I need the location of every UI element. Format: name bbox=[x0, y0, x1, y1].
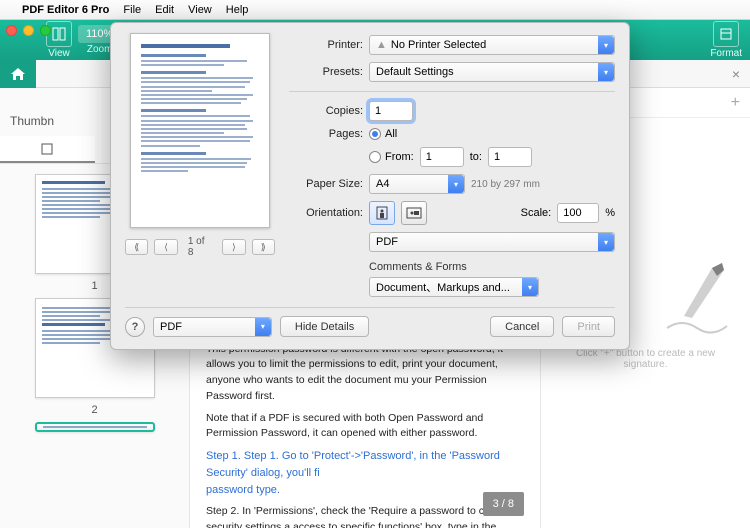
presets-select[interactable]: Default Settings▾ bbox=[369, 62, 615, 82]
view-label: View bbox=[48, 48, 70, 59]
portrait-icon bbox=[376, 206, 388, 220]
pages-label: Pages: bbox=[289, 128, 363, 140]
preview-first-button[interactable]: ⟪ bbox=[125, 239, 148, 255]
pages-from-input[interactable]: 1 bbox=[420, 147, 464, 167]
portrait-button[interactable] bbox=[369, 201, 395, 225]
pages-all-radio[interactable]: All bbox=[369, 128, 397, 140]
zoom-window-icon[interactable] bbox=[40, 25, 51, 36]
pages-to-input[interactable]: 1 bbox=[488, 147, 532, 167]
pdf-dropdown[interactable]: PDF▾ bbox=[153, 317, 272, 337]
papersize-note: 210 by 297 mm bbox=[471, 179, 540, 190]
scale-input[interactable]: 100 bbox=[557, 203, 599, 223]
presets-label: Presets: bbox=[289, 66, 363, 78]
copies-label: Copies: bbox=[289, 105, 363, 117]
comments-forms-select[interactable]: Document、Markups and...▾ bbox=[369, 277, 539, 297]
preview-prev-button[interactable]: ⟨ bbox=[154, 239, 177, 255]
window-controls bbox=[6, 25, 51, 36]
pen-illustration-icon bbox=[662, 258, 732, 338]
landscape-button[interactable] bbox=[401, 201, 427, 225]
chevron-updown-icon: ▾ bbox=[522, 278, 538, 296]
chevron-updown-icon: ▾ bbox=[448, 175, 464, 193]
minimize-window-icon[interactable] bbox=[23, 25, 34, 36]
format-label: Format bbox=[710, 48, 742, 59]
thumbnail-tab[interactable] bbox=[0, 136, 95, 163]
orientation-label: Orientation: bbox=[289, 207, 363, 219]
landscape-icon bbox=[406, 207, 422, 219]
close-window-icon[interactable] bbox=[6, 25, 17, 36]
preview-next-button[interactable]: ⟩ bbox=[222, 239, 245, 255]
thumbnail-page-3[interactable] bbox=[35, 422, 155, 432]
cancel-button[interactable]: Cancel bbox=[490, 316, 554, 337]
destination-select[interactable]: PDF▾ bbox=[369, 232, 615, 252]
step-2: Step 2. In 'Permissions', check the 'Req… bbox=[206, 504, 524, 528]
thumb-number-1: 1 bbox=[91, 280, 97, 292]
print-preview bbox=[130, 33, 270, 228]
format-button[interactable] bbox=[713, 21, 739, 47]
scale-label: Scale: bbox=[521, 207, 552, 219]
app-name[interactable]: PDF Editor 6 Pro bbox=[22, 4, 109, 16]
help-button[interactable]: ? bbox=[125, 317, 145, 337]
print-dialog: ⟪ ⟨ 1 of 8 ⟩ ⟫ Printer: ▲No Printer Sele… bbox=[110, 22, 630, 350]
menu-help[interactable]: Help bbox=[226, 4, 249, 16]
comments-forms-label: Comments & Forms bbox=[369, 261, 615, 273]
thumb-number-2: 2 bbox=[91, 404, 97, 416]
print-button[interactable]: Print bbox=[562, 316, 615, 337]
menu-view[interactable]: View bbox=[188, 4, 212, 16]
add-signature-button[interactable]: + bbox=[731, 94, 740, 112]
preview-page-indicator: 1 of 8 bbox=[188, 236, 212, 258]
chevron-down-icon: ▾ bbox=[255, 318, 271, 336]
signature-hint: Click "+" button to create a new signatu… bbox=[541, 348, 750, 370]
body-text: Note that if a PDF is secured with both … bbox=[206, 411, 524, 443]
printer-select[interactable]: ▲No Printer Selected▾ bbox=[369, 35, 615, 55]
page-indicator: 3 / 8 bbox=[483, 492, 524, 517]
pages-from-radio[interactable]: From: bbox=[369, 151, 414, 163]
home-icon bbox=[10, 67, 26, 81]
chevron-updown-icon: ▾ bbox=[598, 36, 614, 54]
page-icon bbox=[40, 143, 54, 155]
zoom-label: Zoom bbox=[87, 44, 113, 55]
papersize-label: Paper Size: bbox=[289, 178, 363, 190]
chevron-updown-icon: ▾ bbox=[598, 233, 614, 251]
papersize-select[interactable]: A4▾ bbox=[369, 174, 465, 194]
chevron-updown-icon: ▾ bbox=[598, 63, 614, 81]
preview-last-button[interactable]: ⟫ bbox=[252, 239, 275, 255]
copies-input[interactable]: 1 bbox=[369, 101, 413, 121]
printer-label: Printer: bbox=[289, 39, 363, 51]
home-tab[interactable] bbox=[0, 60, 36, 88]
close-tab-button[interactable]: × bbox=[732, 66, 740, 82]
hide-details-button[interactable]: Hide Details bbox=[280, 316, 369, 337]
menu-file[interactable]: File bbox=[123, 4, 141, 16]
mac-menubar: PDF Editor 6 Pro File Edit View Help bbox=[0, 0, 750, 20]
body-text: This permission password is different wi… bbox=[206, 342, 524, 405]
menu-edit[interactable]: Edit bbox=[155, 4, 174, 16]
step-1: Step 1. Step 1. Go to 'Protect'->'Passwo… bbox=[206, 450, 500, 479]
